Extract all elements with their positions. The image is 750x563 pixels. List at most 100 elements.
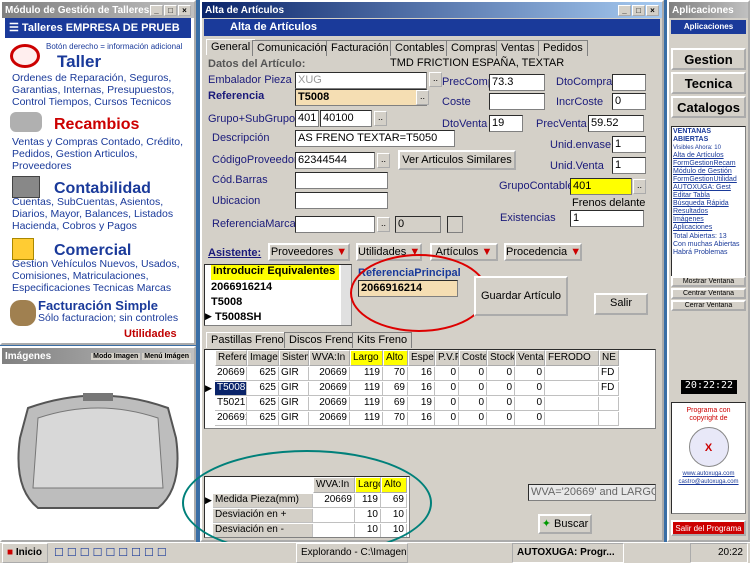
tab-comunicacion[interactable]: Comunicación xyxy=(252,40,332,56)
grid-cell[interactable]: 0 xyxy=(487,397,515,411)
catalogos-button[interactable]: Catalogos xyxy=(671,96,746,118)
task-explorando[interactable]: Explorando - C:\Imagen... xyxy=(296,543,408,563)
open-window-item[interactable]: Aplicaciones xyxy=(673,224,744,232)
comercial-icon[interactable] xyxy=(12,238,34,260)
grid-cell[interactable]: GIR xyxy=(279,382,309,396)
facturacion-icon[interactable] xyxy=(10,300,36,326)
tecnica-button[interactable]: Tecnica xyxy=(671,72,746,94)
grupocontable-lookup-button[interactable]: .. xyxy=(633,179,646,194)
recambios-title[interactable]: Recambios xyxy=(54,116,139,134)
coste-field[interactable] xyxy=(489,93,545,110)
buscar-button[interactable]: ✦ Buscar xyxy=(538,514,592,534)
grid-cell[interactable]: 20669 xyxy=(309,397,350,411)
guardar-articulo-button[interactable]: Guardar Artículo xyxy=(474,276,568,316)
cerrar-ventana-button[interactable]: Cerrar Ventana xyxy=(671,300,746,311)
tab-facturacion[interactable]: Facturación xyxy=(326,40,394,56)
procedencia-button[interactable]: Procedencia ▼ xyxy=(504,243,582,261)
equiv-row[interactable]: T5008SH xyxy=(215,311,261,323)
utilidades-link[interactable]: Utilidades xyxy=(124,328,177,340)
grid-cell[interactable]: FD xyxy=(599,367,619,381)
refmarca-field[interactable] xyxy=(295,216,375,233)
menu-image-button[interactable]: Menú Imágen xyxy=(142,352,191,360)
equiv-row[interactable]: 2066916214 xyxy=(211,281,272,293)
grid-cell[interactable]: 625 xyxy=(247,397,279,411)
grid-cell[interactable]: T5008 xyxy=(215,382,247,396)
existencias-field[interactable]: 1 xyxy=(570,210,644,227)
tab-discos[interactable]: Discos Freno xyxy=(284,332,359,348)
grupo-field[interactable]: 401 xyxy=(295,110,319,127)
grid-cell[interactable]: FD xyxy=(599,382,619,396)
contabilidad-icon[interactable] xyxy=(12,176,40,198)
tab-ventas[interactable]: Ventas xyxy=(496,40,540,56)
grid-header-cell[interactable]: P.V.P xyxy=(435,350,459,366)
ver-articulos-button[interactable]: Ver Articulos Similares xyxy=(398,150,516,170)
grid-cell[interactable]: GIR xyxy=(279,397,309,411)
grid-cell[interactable]: T5021 xyxy=(215,397,247,411)
grid-cell[interactable]: 0 xyxy=(459,397,487,411)
tab-kits[interactable]: Kits Freno xyxy=(352,332,413,348)
grid-header-cell[interactable]: WVA:In xyxy=(309,350,350,366)
grid-header-cell[interactable]: Largo xyxy=(350,350,383,366)
mode-image-button[interactable]: Modo Imagen xyxy=(91,352,141,360)
company-bar[interactable]: ☰ Talleres EMPRESA DE PRUEB xyxy=(5,18,191,38)
grid-cell[interactable]: 20669 xyxy=(215,367,247,381)
maximize-icon[interactable]: □ xyxy=(632,4,645,16)
equiv-row[interactable]: T5008 xyxy=(211,296,242,308)
grid-header-cell[interactable]: FERODO xyxy=(545,350,599,366)
grid-cell[interactable]: 0 xyxy=(487,367,515,381)
codprov-field[interactable]: 62344544 xyxy=(295,152,375,169)
subgrupo-field[interactable]: 40100 xyxy=(320,110,372,127)
website-link[interactable]: www.autoxuga.com xyxy=(672,471,745,477)
grid-cell[interactable]: 0 xyxy=(435,382,459,396)
proveedores-button[interactable]: Proveedores ▼ xyxy=(268,243,350,261)
grid-header-cell[interactable]: Coste xyxy=(459,350,487,366)
close-icon[interactable]: × xyxy=(646,4,659,16)
dtocompra-field[interactable] xyxy=(612,74,646,91)
recambios-text[interactable]: Ventas y Compras Contado, Crédito, Pedid… xyxy=(12,136,190,172)
query-field[interactable]: WVA='20669' and LARGOS xyxy=(528,484,656,501)
codprov-lookup-button[interactable]: .. xyxy=(377,153,390,168)
grid-cell[interactable] xyxy=(545,382,599,396)
tab-contables[interactable]: Contables xyxy=(390,40,450,56)
grid-cell[interactable] xyxy=(545,412,599,426)
grid-cell[interactable]: 16 xyxy=(408,367,435,381)
grid-cell[interactable]: 20669 xyxy=(309,412,350,426)
open-window-item[interactable]: AUTOXUGA: Gest xyxy=(673,184,744,192)
open-window-item[interactable]: FormGestionRecam xyxy=(673,160,744,168)
grid-cell[interactable]: 625 xyxy=(247,367,279,381)
grid-cell[interactable]: 69 xyxy=(383,382,408,396)
grid-cell[interactable] xyxy=(599,397,619,411)
grid-cell[interactable] xyxy=(599,412,619,426)
incrcoste-field[interactable]: 0 xyxy=(612,93,646,110)
salir-programa-button[interactable]: Salir del Programa xyxy=(671,520,746,536)
open-window-item[interactable]: Imágenes xyxy=(673,216,744,224)
grid-cell[interactable]: 20669 xyxy=(309,382,350,396)
unidenvase-field[interactable]: 1 xyxy=(612,136,646,153)
mostrar-ventana-button[interactable]: Mostrar Ventana xyxy=(671,276,746,287)
grid-cell[interactable]: 119 xyxy=(350,382,383,396)
taller-title[interactable]: Taller xyxy=(57,52,101,72)
grid-header-cell[interactable]: Imagen xyxy=(247,350,279,366)
grid-cell[interactable] xyxy=(545,397,599,411)
grid-cell[interactable]: 0 xyxy=(487,412,515,426)
grid-header-cell[interactable]: Referencia xyxy=(215,350,247,366)
refmarca-lookup-button[interactable]: .. xyxy=(377,217,390,232)
grid-cell[interactable]: 19 xyxy=(408,397,435,411)
taller-text[interactable]: Ordenes de Reparación, Seguros, Garantia… xyxy=(12,72,190,108)
grid-cell[interactable]: 119 xyxy=(350,367,383,381)
preccomp-field[interactable]: 73.3 xyxy=(489,74,545,91)
grupocontable-field[interactable]: 401 xyxy=(570,178,632,195)
centrar-ventana-button[interactable]: Centrar Ventana xyxy=(671,288,746,299)
grid-cell[interactable]: 0 xyxy=(459,382,487,396)
grid-header-cell[interactable]: Alto xyxy=(383,350,408,366)
tab-pedidos[interactable]: Pedidos xyxy=(538,40,588,56)
grupo-lookup-button[interactable]: .. xyxy=(374,111,387,126)
grid-cell[interactable]: 70 xyxy=(383,367,408,381)
embalador-lookup-button[interactable]: .. xyxy=(429,72,442,87)
unidventa-field[interactable]: 1 xyxy=(612,157,646,174)
grid-cell[interactable]: 0 xyxy=(487,382,515,396)
grid-cell[interactable]: 0 xyxy=(435,412,459,426)
grid-cell[interactable]: 0 xyxy=(459,367,487,381)
tab-pastillas[interactable]: Pastillas Freno xyxy=(206,332,289,348)
close-icon[interactable]: × xyxy=(178,4,191,16)
